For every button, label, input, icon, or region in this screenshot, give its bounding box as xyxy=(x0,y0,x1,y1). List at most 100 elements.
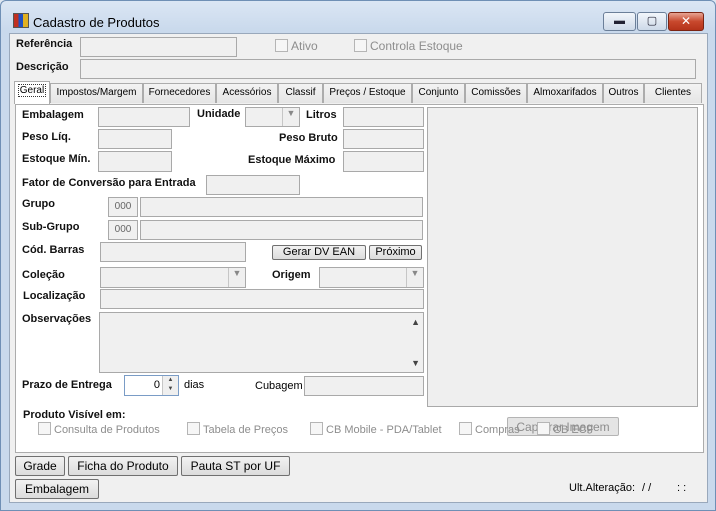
visivel-tabela-checkbox[interactable]: Tabela de Preços xyxy=(187,422,288,436)
product-image-area xyxy=(427,107,698,407)
embalagem-input[interactable] xyxy=(98,107,190,127)
prazo-entrega-stepper[interactable]: 0 ▲ ▼ xyxy=(124,375,179,396)
colecao-label: Coleção xyxy=(22,269,65,281)
tab-geral[interactable]: Geral xyxy=(14,81,50,104)
litros-input[interactable] xyxy=(343,107,424,127)
ativo-checkbox[interactable]: Ativo xyxy=(275,39,318,53)
estoque-max-label: Estoque Máximo xyxy=(248,154,336,166)
tab-impostos-margem[interactable]: Impostos/Margem xyxy=(50,83,143,103)
fator-conversao-input[interactable] xyxy=(206,175,300,195)
descricao-input[interactable] xyxy=(80,59,696,79)
prazo-entrega-label: Prazo de Entrega xyxy=(22,379,112,391)
tab-classif[interactable]: Classif xyxy=(278,83,323,103)
gerar-dv-ean-button[interactable]: Gerar DV EAN xyxy=(272,245,366,260)
visivel-consulta-checkbox-box[interactable] xyxy=(38,422,51,435)
ult-alteracao-date: / / xyxy=(642,482,652,494)
localizacao-input[interactable] xyxy=(100,289,424,309)
close-button[interactable]: ✕ xyxy=(668,12,704,31)
peso-bruto-label: Peso Bruto xyxy=(279,132,338,144)
spinner-arrows-icon[interactable]: ▲ ▼ xyxy=(162,376,178,395)
chevron-down-icon[interactable]: ▼ xyxy=(228,268,245,287)
visivel-cbmobile-label: CB Mobile - PDA/Tablet xyxy=(326,424,442,436)
peso-liq-input[interactable] xyxy=(98,129,172,149)
observacoes-label: Observações xyxy=(22,313,92,325)
tab-acessorios[interactable]: Acessórios xyxy=(216,83,278,103)
window-title: Cadastro de Produtos xyxy=(33,15,160,30)
visivel-cbecf-label: CB ECF xyxy=(553,424,594,436)
origem-select[interactable]: ▼ xyxy=(319,267,424,288)
visivel-cbmobile-checkbox-box[interactable] xyxy=(310,422,323,435)
visivel-compras-label: Compras xyxy=(475,424,520,436)
tab-precos-estoque[interactable]: Preços / Estoque xyxy=(323,83,412,103)
ult-alteracao-label: Ult.Alteração: xyxy=(569,482,636,494)
visivel-cbecf-checkbox[interactable]: CB ECF xyxy=(537,422,593,436)
tab-almoxarifados[interactable]: Almoxarifados xyxy=(527,83,603,103)
chevron-down-icon[interactable]: ▼ xyxy=(282,108,299,126)
minimize-button[interactable]: ▬ xyxy=(603,12,636,31)
main-window: Cadastro de Produtos ▬ ▢ ✕ Referência At… xyxy=(0,0,716,511)
scroll-down-icon[interactable]: ▼ xyxy=(411,358,420,368)
origem-label: Origem xyxy=(272,269,311,281)
form-client-area: Referência Ativo Controla Estoque Descri… xyxy=(9,33,708,503)
fator-conversao-label: Fator de Conversão para Entrada xyxy=(22,177,196,189)
visivel-cbecf-checkbox-box[interactable] xyxy=(537,422,550,435)
dias-label: dias xyxy=(184,379,205,391)
observacoes-textarea[interactable]: ▲ ▼ xyxy=(99,312,424,373)
estoque-min-label: Estoque Mín. xyxy=(22,153,91,165)
visivel-tabela-checkbox-box[interactable] xyxy=(187,422,200,435)
visivel-tabela-label: Tabela de Preços xyxy=(203,424,288,436)
peso-bruto-input[interactable] xyxy=(343,129,424,149)
cubagem-input[interactable] xyxy=(304,376,424,396)
chevron-down-icon[interactable]: ▼ xyxy=(406,268,423,287)
tab-conjunto[interactable]: Conjunto xyxy=(412,83,465,103)
ativo-checkbox-box[interactable] xyxy=(275,39,288,52)
grupo-description-input[interactable] xyxy=(140,197,423,217)
cod-barras-input[interactable] xyxy=(100,242,246,262)
visivel-compras-checkbox[interactable]: Compras xyxy=(459,422,520,436)
peso-liq-label: Peso Líq. xyxy=(22,131,71,143)
referencia-input[interactable] xyxy=(80,37,237,57)
unidade-select[interactable]: ▼ xyxy=(245,107,300,127)
app-icon xyxy=(13,13,29,28)
tab-geral-label: Geral xyxy=(17,84,47,97)
cubagem-label: Cubagem xyxy=(255,380,303,392)
ficha-produto-button[interactable]: Ficha do Produto xyxy=(68,456,178,476)
visivel-consulta-label: Consulta de Produtos xyxy=(54,424,160,436)
tab-outros[interactable]: Outros xyxy=(603,83,644,103)
controla-estoque-checkbox-box[interactable] xyxy=(354,39,367,52)
subgrupo-code-input[interactable]: 000 xyxy=(108,220,138,240)
tab-panel-geral: Embalagem Unidade ▼ Litros Peso Líq. Pes… xyxy=(15,104,704,453)
embalagem-button[interactable]: Embalagem xyxy=(15,479,99,499)
visivel-consulta-checkbox[interactable]: Consulta de Produtos xyxy=(38,422,160,436)
tab-fornecedores[interactable]: Fornecedores xyxy=(143,83,216,103)
grupo-label: Grupo xyxy=(22,198,55,210)
tab-clientes[interactable]: Clientes xyxy=(644,83,702,103)
estoque-min-input[interactable] xyxy=(98,151,172,172)
scroll-up-icon[interactable]: ▲ xyxy=(411,317,420,327)
subgrupo-label: Sub-Grupo xyxy=(22,221,80,233)
cod-barras-label: Cód. Barras xyxy=(22,244,85,256)
maximize-button[interactable]: ▢ xyxy=(637,12,667,31)
unidade-label: Unidade xyxy=(197,108,241,120)
title-bar[interactable]: Cadastro de Produtos ▬ ▢ ✕ xyxy=(1,1,715,33)
prazo-entrega-value: 0 xyxy=(153,379,160,391)
subgrupo-description-input[interactable] xyxy=(140,220,423,240)
visivel-cbmobile-checkbox[interactable]: CB Mobile - PDA/Tablet xyxy=(310,422,442,436)
grade-button[interactable]: Grade xyxy=(15,456,65,476)
tab-comissoes[interactable]: Comissões xyxy=(465,83,527,103)
descricao-label: Descrição xyxy=(16,61,69,73)
localizacao-label: Localização xyxy=(23,290,86,302)
controla-estoque-checkbox-label: Controla Estoque xyxy=(370,39,463,53)
visivel-compras-checkbox-box[interactable] xyxy=(459,422,472,435)
pauta-st-button[interactable]: Pauta ST por UF xyxy=(181,456,290,476)
grupo-code-input[interactable]: 000 xyxy=(108,197,138,217)
ult-alteracao-time: : : xyxy=(677,482,687,494)
referencia-label: Referência xyxy=(16,38,73,50)
proximo-button[interactable]: Próximo xyxy=(369,245,422,260)
produto-visivel-label: Produto Visível em: xyxy=(23,409,126,421)
ativo-checkbox-label: Ativo xyxy=(291,39,318,53)
colecao-select[interactable]: ▼ xyxy=(100,267,246,288)
litros-label: Litros xyxy=(306,109,337,121)
estoque-max-input[interactable] xyxy=(343,151,424,172)
controla-estoque-checkbox[interactable]: Controla Estoque xyxy=(354,39,463,53)
